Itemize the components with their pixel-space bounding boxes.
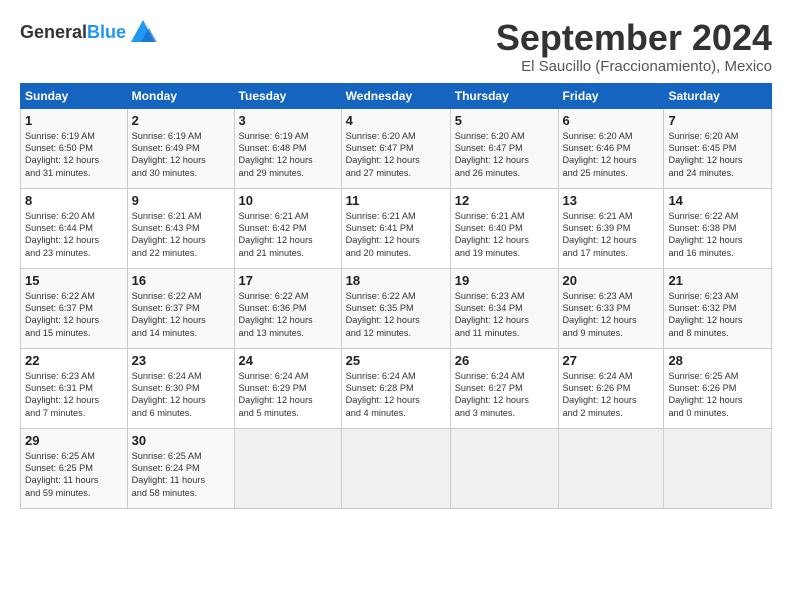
table-row: 2Sunrise: 6:19 AMSunset: 6:49 PMDaylight… (127, 108, 234, 188)
header-row: Sunday Monday Tuesday Wednesday Thursday… (21, 83, 772, 108)
table-row: 5Sunrise: 6:20 AMSunset: 6:47 PMDaylight… (450, 108, 558, 188)
table-row: 15Sunrise: 6:22 AMSunset: 6:37 PMDayligh… (21, 268, 128, 348)
table-row (450, 428, 558, 508)
table-row: 9Sunrise: 6:21 AMSunset: 6:43 PMDaylight… (127, 188, 234, 268)
header-friday: Friday (558, 83, 664, 108)
table-row: 20Sunrise: 6:23 AMSunset: 6:33 PMDayligh… (558, 268, 664, 348)
table-row: 3Sunrise: 6:19 AMSunset: 6:48 PMDaylight… (234, 108, 341, 188)
table-row: 22Sunrise: 6:23 AMSunset: 6:31 PMDayligh… (21, 348, 128, 428)
table-row: 28Sunrise: 6:25 AMSunset: 6:26 PMDayligh… (664, 348, 772, 428)
header-tuesday: Tuesday (234, 83, 341, 108)
table-row (558, 428, 664, 508)
calendar-table: Sunday Monday Tuesday Wednesday Thursday… (20, 83, 772, 509)
header-saturday: Saturday (664, 83, 772, 108)
table-row (664, 428, 772, 508)
table-row: 24Sunrise: 6:24 AMSunset: 6:29 PMDayligh… (234, 348, 341, 428)
table-row: 14Sunrise: 6:22 AMSunset: 6:38 PMDayligh… (664, 188, 772, 268)
logo-general: General (20, 22, 87, 42)
logo-blue: Blue (87, 22, 126, 42)
header-thursday: Thursday (450, 83, 558, 108)
table-row: 10Sunrise: 6:21 AMSunset: 6:42 PMDayligh… (234, 188, 341, 268)
table-row: 8Sunrise: 6:20 AMSunset: 6:44 PMDaylight… (21, 188, 128, 268)
header-monday: Monday (127, 83, 234, 108)
table-row (341, 428, 450, 508)
table-row: 12Sunrise: 6:21 AMSunset: 6:40 PMDayligh… (450, 188, 558, 268)
table-row: 1Sunrise: 6:19 AMSunset: 6:50 PMDaylight… (21, 108, 128, 188)
table-row: 19Sunrise: 6:23 AMSunset: 6:34 PMDayligh… (450, 268, 558, 348)
header-wednesday: Wednesday (341, 83, 450, 108)
table-row: 29Sunrise: 6:25 AMSunset: 6:25 PMDayligh… (21, 428, 128, 508)
table-row: 27Sunrise: 6:24 AMSunset: 6:26 PMDayligh… (558, 348, 664, 428)
table-row: 30Sunrise: 6:25 AMSunset: 6:24 PMDayligh… (127, 428, 234, 508)
table-row (234, 428, 341, 508)
table-row: 6Sunrise: 6:20 AMSunset: 6:46 PMDaylight… (558, 108, 664, 188)
table-row: 18Sunrise: 6:22 AMSunset: 6:35 PMDayligh… (341, 268, 450, 348)
table-row: 7Sunrise: 6:20 AMSunset: 6:45 PMDaylight… (664, 108, 772, 188)
logo: GeneralBlue (20, 18, 157, 46)
table-row: 13Sunrise: 6:21 AMSunset: 6:39 PMDayligh… (558, 188, 664, 268)
logo-icon (129, 18, 157, 46)
title-area: September 2024 El Saucillo (Fraccionamie… (496, 18, 772, 75)
month-title: September 2024 (496, 18, 772, 58)
table-row: 25Sunrise: 6:24 AMSunset: 6:28 PMDayligh… (341, 348, 450, 428)
table-row: 16Sunrise: 6:22 AMSunset: 6:37 PMDayligh… (127, 268, 234, 348)
table-row: 21Sunrise: 6:23 AMSunset: 6:32 PMDayligh… (664, 268, 772, 348)
table-row: 23Sunrise: 6:24 AMSunset: 6:30 PMDayligh… (127, 348, 234, 428)
header: GeneralBlue September 2024 El Saucillo (… (20, 18, 772, 75)
table-row: 4Sunrise: 6:20 AMSunset: 6:47 PMDaylight… (341, 108, 450, 188)
table-row: 11Sunrise: 6:21 AMSunset: 6:41 PMDayligh… (341, 188, 450, 268)
table-row: 26Sunrise: 6:24 AMSunset: 6:27 PMDayligh… (450, 348, 558, 428)
table-row: 17Sunrise: 6:22 AMSunset: 6:36 PMDayligh… (234, 268, 341, 348)
header-sunday: Sunday (21, 83, 128, 108)
location-title: El Saucillo (Fraccionamiento), Mexico (496, 58, 772, 75)
